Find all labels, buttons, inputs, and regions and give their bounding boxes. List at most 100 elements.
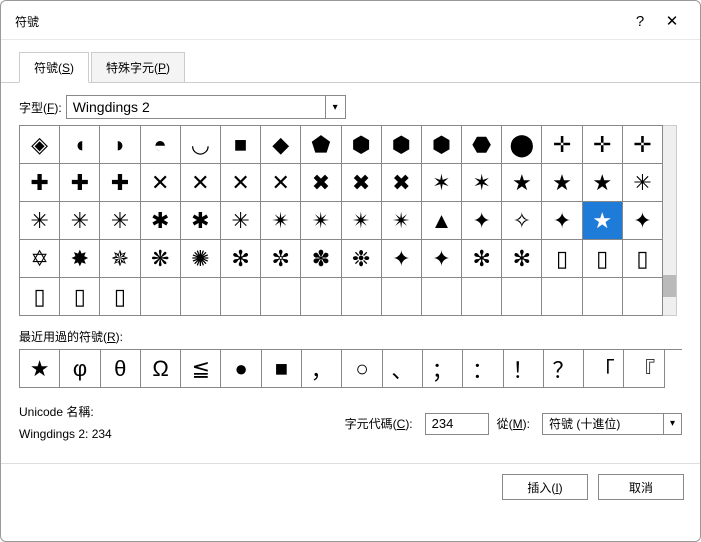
symbol-cell[interactable]: ★	[583, 164, 623, 202]
symbol-cell[interactable]: ✶	[422, 164, 462, 202]
charcode-input[interactable]	[425, 413, 489, 435]
recent-symbol-cell[interactable]: ○	[342, 350, 382, 388]
symbol-cell[interactable]: ✽	[301, 240, 341, 278]
symbol-cell[interactable]: ✱	[181, 202, 221, 240]
symbol-cell[interactable]: ✱	[141, 202, 181, 240]
symbol-cell[interactable]: ✖	[342, 164, 382, 202]
symbol-cell[interactable]: ◗	[100, 126, 140, 164]
symbol-cell[interactable]: ⬢	[382, 126, 422, 164]
symbol-cell[interactable]: ▯	[100, 278, 140, 316]
font-select[interactable]: Wingdings 2 ▾	[66, 95, 346, 119]
symbol-cell[interactable]	[583, 278, 623, 316]
symbol-cell[interactable]	[422, 278, 462, 316]
recent-symbol-cell[interactable]: φ	[60, 350, 100, 388]
symbol-cell[interactable]: ✦	[382, 240, 422, 278]
symbol-cell[interactable]: ✦	[542, 202, 582, 240]
help-button[interactable]: ?	[624, 9, 656, 33]
symbol-cell[interactable]: ✕	[261, 164, 301, 202]
symbol-cell[interactable]: ✖	[301, 164, 341, 202]
recent-symbol-cell[interactable]: ■	[262, 350, 302, 388]
symbol-cell[interactable]: ⬣	[462, 126, 502, 164]
symbol-cell[interactable]: ✡	[20, 240, 60, 278]
recent-symbol-cell[interactable]: θ	[101, 350, 141, 388]
symbol-cell[interactable]: ★	[502, 164, 542, 202]
recent-symbol-cell[interactable]: 「	[584, 350, 624, 388]
symbol-cell[interactable]: ✺	[181, 240, 221, 278]
symbol-cell[interactable]: ★	[542, 164, 582, 202]
symbol-cell[interactable]: ▯	[542, 240, 582, 278]
symbol-cell[interactable]: ■	[221, 126, 261, 164]
symbol-cell[interactable]: ⬟	[301, 126, 341, 164]
symbol-cell[interactable]: ✴	[342, 202, 382, 240]
symbol-cell[interactable]: ✦	[462, 202, 502, 240]
symbol-cell[interactable]: ✻	[462, 240, 502, 278]
scroll-thumb[interactable]	[663, 275, 676, 297]
symbol-cell[interactable]: ◓	[141, 126, 181, 164]
symbol-cell[interactable]: ✳	[20, 202, 60, 240]
scrollbar[interactable]	[663, 125, 677, 316]
cancel-button[interactable]: 取消	[598, 474, 684, 500]
symbol-cell[interactable]	[502, 278, 542, 316]
recent-symbol-cell[interactable]: ：	[463, 350, 503, 388]
symbol-cell[interactable]: ❋	[141, 240, 181, 278]
symbol-cell[interactable]: ▯	[60, 278, 100, 316]
symbol-cell[interactable]	[382, 278, 422, 316]
chevron-down-icon[interactable]: ▾	[325, 96, 345, 118]
recent-symbol-cell[interactable]: ！	[504, 350, 544, 388]
symbol-cell[interactable]	[261, 278, 301, 316]
symbol-cell[interactable]: ✦	[422, 240, 462, 278]
close-button[interactable]: ✕	[656, 9, 688, 33]
recent-symbol-cell[interactable]: ；	[423, 350, 463, 388]
symbol-cell[interactable]: ✶	[462, 164, 502, 202]
recent-symbol-cell[interactable]: ，	[302, 350, 342, 388]
symbol-cell[interactable]: ◆	[261, 126, 301, 164]
tab-special-chars[interactable]: 特殊字元(P)	[91, 52, 185, 82]
recent-symbol-cell[interactable]: 『	[624, 350, 664, 388]
recent-symbol-cell[interactable]: ？	[544, 350, 584, 388]
symbol-cell[interactable]	[141, 278, 181, 316]
insert-button[interactable]: 插入(I)	[502, 474, 588, 500]
recent-symbol-cell[interactable]: 、	[383, 350, 423, 388]
symbol-cell[interactable]: ▯	[583, 240, 623, 278]
symbol-cell[interactable]: ✚	[20, 164, 60, 202]
symbol-cell[interactable]: ✳	[60, 202, 100, 240]
symbol-cell[interactable]: ✳	[100, 202, 140, 240]
symbol-cell[interactable]	[462, 278, 502, 316]
symbol-cell[interactable]: ▯	[20, 278, 60, 316]
symbol-cell[interactable]: ✻	[502, 240, 542, 278]
symbol-cell[interactable]: ✛	[623, 126, 663, 164]
symbol-cell[interactable]: ✵	[100, 240, 140, 278]
symbol-cell[interactable]: ✕	[221, 164, 261, 202]
symbol-cell[interactable]: ✴	[261, 202, 301, 240]
symbol-cell[interactable]: ❉	[342, 240, 382, 278]
symbol-cell[interactable]: ✳	[623, 164, 663, 202]
symbol-cell[interactable]: ⬤	[502, 126, 542, 164]
symbol-cell[interactable]: ▲	[422, 202, 462, 240]
symbol-cell[interactable]: ✳	[221, 202, 261, 240]
symbol-cell[interactable]: ✕	[141, 164, 181, 202]
symbol-cell[interactable]: ✴	[301, 202, 341, 240]
symbol-cell[interactable]: ⬢	[342, 126, 382, 164]
symbol-cell[interactable]: ✼	[261, 240, 301, 278]
symbol-cell[interactable]	[301, 278, 341, 316]
recent-symbol-cell[interactable]: ★	[20, 350, 60, 388]
from-select[interactable]: 符號 (十進位) ▾	[542, 413, 682, 435]
symbol-cell[interactable]: ◖	[60, 126, 100, 164]
symbol-cell[interactable]: ◈	[20, 126, 60, 164]
symbol-cell[interactable]	[623, 278, 663, 316]
symbol-cell[interactable]: ✛	[542, 126, 582, 164]
symbol-cell[interactable]: ✚	[60, 164, 100, 202]
recent-symbol-cell[interactable]: ●	[221, 350, 261, 388]
recent-symbol-cell[interactable]: ≦	[181, 350, 221, 388]
chevron-down-icon[interactable]: ▾	[663, 414, 681, 434]
symbol-cell[interactable]: ✦	[623, 202, 663, 240]
symbol-cell[interactable]: ★	[583, 202, 623, 240]
symbol-cell[interactable]: ◡	[181, 126, 221, 164]
symbol-cell[interactable]	[181, 278, 221, 316]
symbol-cell[interactable]: ✻	[221, 240, 261, 278]
symbol-cell[interactable]: ✛	[583, 126, 623, 164]
recent-symbol-cell[interactable]: Ω	[141, 350, 181, 388]
symbol-cell[interactable]: ▯	[623, 240, 663, 278]
symbol-cell[interactable]	[221, 278, 261, 316]
symbol-cell[interactable]: ✚	[100, 164, 140, 202]
